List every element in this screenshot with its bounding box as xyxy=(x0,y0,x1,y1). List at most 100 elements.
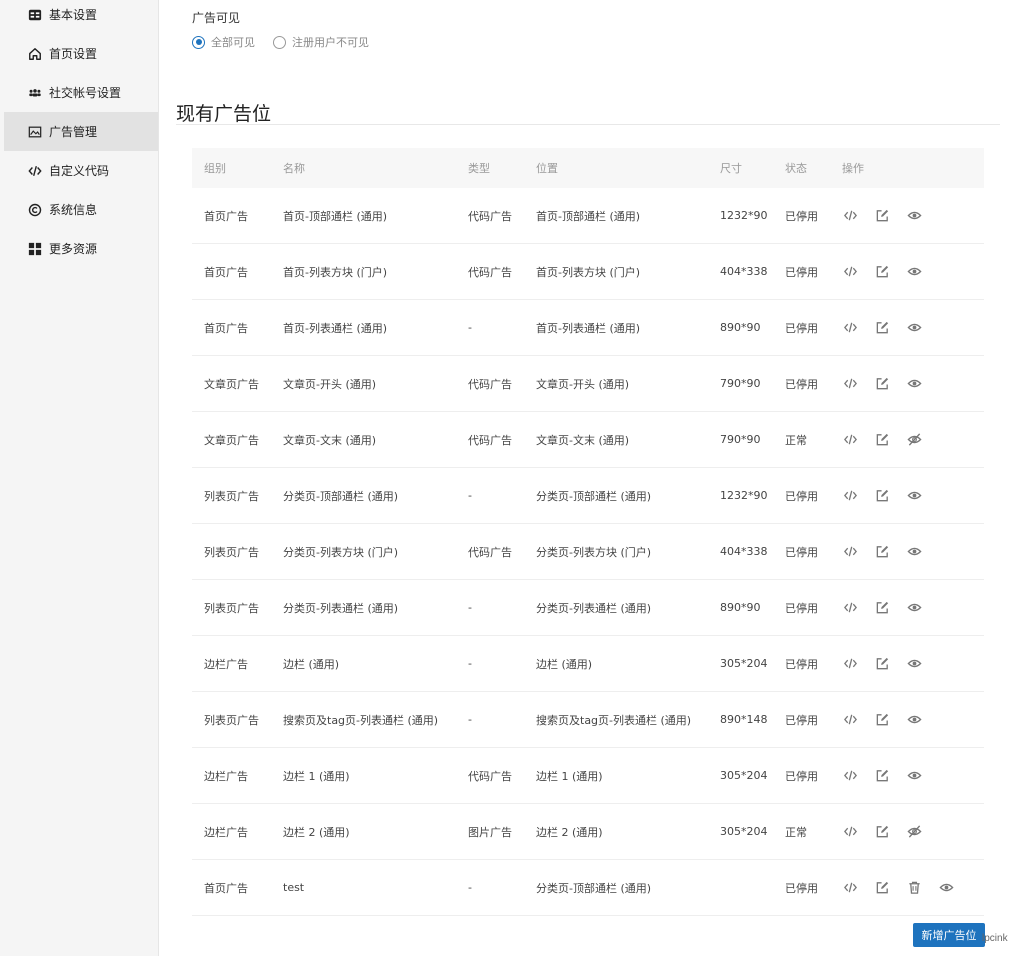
eye-icon[interactable] xyxy=(906,712,922,728)
code-icon[interactable] xyxy=(842,600,858,616)
eye-icon[interactable] xyxy=(906,264,922,280)
eye-icon[interactable] xyxy=(906,600,922,616)
edit-icon[interactable] xyxy=(874,768,890,784)
code-icon[interactable] xyxy=(842,488,858,504)
code-icon[interactable] xyxy=(842,712,858,728)
eye-icon[interactable] xyxy=(906,656,922,672)
eye-icon[interactable] xyxy=(906,488,922,504)
eye-icon[interactable] xyxy=(906,320,922,336)
table-row: 文章页广告 文章页-文末 (通用) 代码广告 文章页-文末 (通用) 790*90 正常 xyxy=(192,412,984,468)
section-title: 现有广告位 xyxy=(176,103,272,125)
cell-size: 890*90 xyxy=(720,601,761,614)
code-icon[interactable] xyxy=(842,768,858,784)
sidebar-item-users[interactable]: 社交帐号设置 xyxy=(4,73,158,112)
sidebar-item-code[interactable]: 自定义代码 xyxy=(4,151,158,190)
edit-icon[interactable] xyxy=(874,824,890,840)
sidebar-item-settings[interactable]: 基本设置 xyxy=(4,0,158,34)
cell-position: 边栏 1 (通用) xyxy=(536,769,603,783)
cell-status: 已停用 xyxy=(785,657,818,671)
table-row: 文章页广告 文章页-开头 (通用) 代码广告 文章页-开头 (通用) 790*90 已停用 xyxy=(192,356,984,412)
edit-icon[interactable] xyxy=(874,264,890,280)
sidebar-item-grid[interactable]: 更多资源 xyxy=(4,229,158,268)
edit-icon[interactable] xyxy=(874,600,890,616)
code-icon[interactable] xyxy=(842,320,858,336)
edit-icon[interactable] xyxy=(874,488,890,504)
radio-registered-hidden[interactable]: 注册用户不可见 xyxy=(273,34,369,50)
radio-dot[interactable] xyxy=(273,35,286,49)
sidebar-item-copyright[interactable]: 系统信息 xyxy=(4,190,158,229)
table-row: 首页广告 test - 分类页-顶部通栏 (通用) 已停用 xyxy=(192,860,984,916)
edit-icon[interactable] xyxy=(874,544,890,560)
eye-icon[interactable] xyxy=(906,208,922,224)
sidebar-item-label: 首页设置 xyxy=(49,47,98,61)
row-actions xyxy=(842,804,938,859)
settings-icon xyxy=(28,8,42,22)
edit-icon[interactable] xyxy=(874,376,890,392)
edit-icon[interactable] xyxy=(874,432,890,448)
sidebar-item-image[interactable]: 广告管理 xyxy=(4,112,158,151)
radio-all-visible[interactable]: 全部可见 xyxy=(192,34,255,50)
eye-icon[interactable] xyxy=(906,544,922,560)
code-icon[interactable] xyxy=(842,432,858,448)
row-actions xyxy=(842,636,938,691)
row-actions xyxy=(842,524,938,579)
watermark: lpcink xyxy=(982,933,1008,944)
cell-status: 已停用 xyxy=(785,545,818,559)
table-row: 列表页广告 分类页-列表方块 (门户) 代码广告 分类页-列表方块 (门户) 404*3… xyxy=(192,524,984,580)
cell-name: 首页-列表方块 (门户) xyxy=(283,265,388,279)
edit-icon[interactable] xyxy=(874,880,890,896)
code-icon[interactable] xyxy=(842,656,858,672)
cell-type: - xyxy=(468,489,472,502)
row-actions xyxy=(842,356,938,411)
eye-off-icon[interactable] xyxy=(906,824,922,840)
cell-type: 代码广告 xyxy=(468,433,512,447)
eye-icon[interactable] xyxy=(906,376,922,392)
row-actions xyxy=(842,244,938,299)
cell-status: 已停用 xyxy=(785,209,818,223)
code-icon[interactable] xyxy=(842,264,858,280)
code-icon[interactable] xyxy=(842,208,858,224)
cell-name: 边栏 2 (通用) xyxy=(283,825,350,839)
cell-name: 边栏 1 (通用) xyxy=(283,769,350,783)
row-actions xyxy=(842,412,938,467)
copyright-icon xyxy=(28,203,42,217)
cell-name: 首页-顶部通栏 (通用) xyxy=(283,209,388,223)
cell-position: 首页-列表通栏 (通用) xyxy=(536,321,641,335)
eye-icon[interactable] xyxy=(938,880,954,896)
sidebar-item-label: 基本设置 xyxy=(49,8,98,22)
cell-status: 已停用 xyxy=(785,713,818,727)
table-row: 列表页广告 搜索页及tag页-列表通栏 (通用) - 搜索页及tag页-列表通栏 (通… xyxy=(192,692,984,748)
code-icon[interactable] xyxy=(842,544,858,560)
sidebar-item-home[interactable]: 首页设置 xyxy=(4,34,158,73)
table-row: 边栏广告 边栏 (通用) - 边栏 (通用) 305*204 已停用 xyxy=(192,636,984,692)
table-row: 列表页广告 分类页-列表通栏 (通用) - 分类页-列表通栏 (通用) 890*90 已停… xyxy=(192,580,984,636)
code-icon[interactable] xyxy=(842,824,858,840)
radio-dot[interactable] xyxy=(192,35,205,49)
eye-off-icon[interactable] xyxy=(906,432,922,448)
edit-icon[interactable] xyxy=(874,656,890,672)
cell-size: 404*338 xyxy=(720,265,768,278)
sidebar-item-label: 广告管理 xyxy=(49,125,98,139)
cell-group: 首页广告 xyxy=(204,321,248,335)
table-row: 首页广告 首页-顶部通栏 (通用) 代码广告 首页-顶部通栏 (通用) 1232*90 已… xyxy=(192,188,984,244)
main-content: 广告可见 全部可见 注册用户不可见 现有广告位 组别 名称 类型 位置 尺寸 状… xyxy=(160,0,1024,956)
trash-icon[interactable] xyxy=(906,880,922,896)
edit-icon[interactable] xyxy=(874,208,890,224)
cell-group: 边栏广告 xyxy=(204,825,248,839)
code-icon[interactable] xyxy=(842,376,858,392)
eye-icon[interactable] xyxy=(906,768,922,784)
cell-status: 已停用 xyxy=(785,881,818,895)
edit-icon[interactable] xyxy=(874,712,890,728)
cell-type: 图片广告 xyxy=(468,825,512,839)
cell-group: 列表页广告 xyxy=(204,489,259,503)
add-ad-slot-button[interactable]: 新增广告位 xyxy=(913,923,985,947)
code-icon[interactable] xyxy=(842,880,858,896)
cell-size: 1232*90 xyxy=(720,489,768,502)
cell-type: 代码广告 xyxy=(468,769,512,783)
sidebar-item-label: 自定义代码 xyxy=(49,164,110,178)
table-body: 首页广告 首页-顶部通栏 (通用) 代码广告 首页-顶部通栏 (通用) 1232*90 已… xyxy=(192,188,984,916)
cell-position: 分类页-列表通栏 (通用) xyxy=(536,601,652,615)
cell-type: - xyxy=(468,601,472,614)
edit-icon[interactable] xyxy=(874,320,890,336)
row-actions xyxy=(842,468,938,523)
